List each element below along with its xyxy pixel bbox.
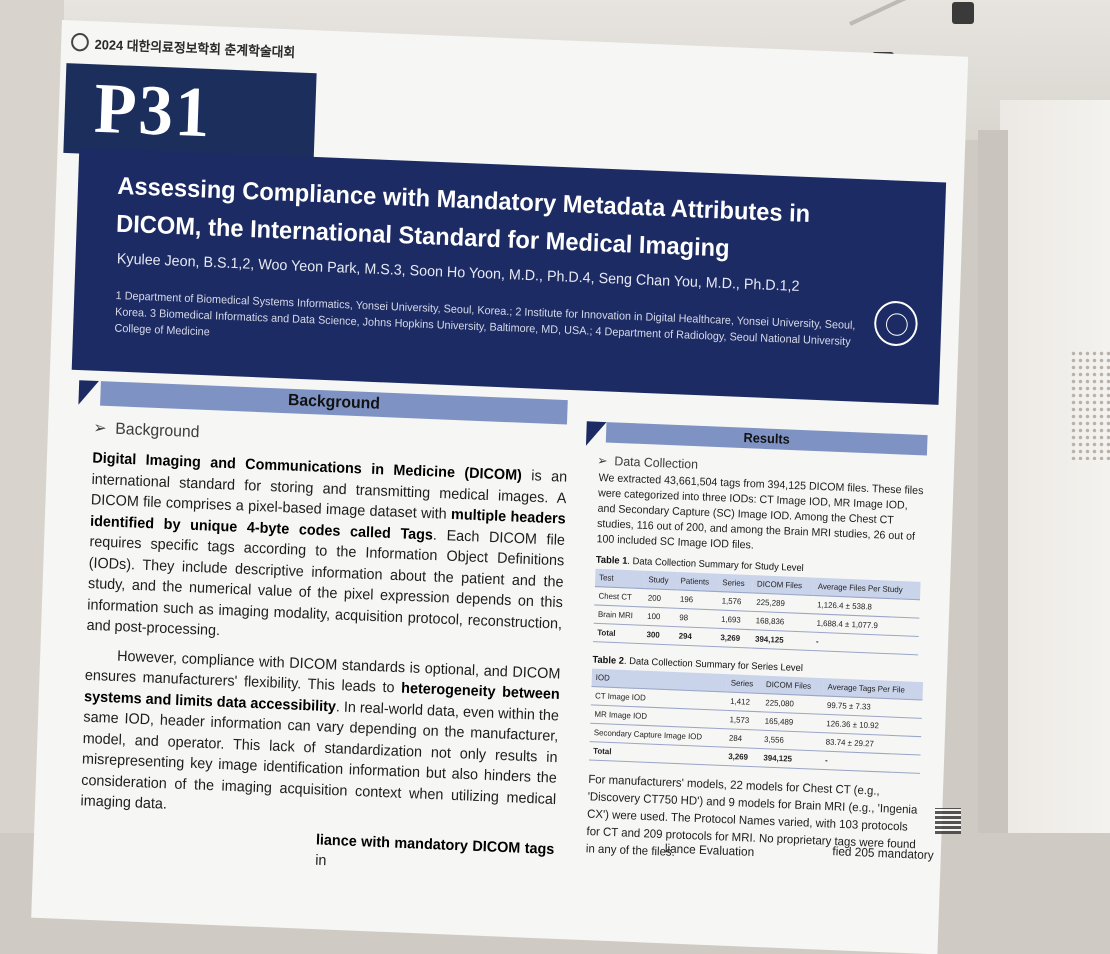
- title-banner: Assessing Compliance with Mandatory Meta…: [71, 147, 947, 405]
- results-subheading: ➢ Data Collection: [597, 453, 699, 472]
- table-cell: -: [811, 632, 919, 655]
- table-cell: 294: [674, 626, 717, 647]
- table-cell: Total: [593, 623, 643, 644]
- background-cutoff-line: liance with mandatory DICOM tags in: [78, 820, 555, 881]
- right-wall: [1000, 100, 1110, 833]
- table-cell: 394,125: [750, 629, 813, 651]
- wall-dot-map: [1070, 350, 1110, 460]
- results-intro: We extracted 43,661,504 tags from 394,12…: [596, 471, 924, 552]
- table-cell: 1,573: [725, 710, 762, 731]
- table-cell: 225,080: [761, 693, 824, 715]
- table-cell: 3,556: [759, 730, 823, 752]
- table-cell: 3,269: [716, 628, 752, 649]
- table1-caption-bold: Table 1: [595, 554, 628, 567]
- table-cell: Brain MRI: [593, 604, 644, 626]
- table-cell: Chest CT: [594, 586, 645, 607]
- table-cell: 394,125: [759, 748, 822, 770]
- background-paragraph-2: However, compliance with DICOM standards…: [80, 645, 561, 832]
- table-cell: 300: [642, 625, 676, 645]
- affiliations: 1 Department of Biomedical Systems Infor…: [114, 289, 856, 349]
- spotlight: [952, 2, 974, 24]
- table-cell: 98: [675, 608, 718, 629]
- background-subheading-text: Background: [115, 420, 200, 442]
- p2-text-2: . In real-world data, even within the sa…: [80, 698, 560, 813]
- table-cell: 196: [675, 589, 719, 610]
- table-header: Series: [718, 573, 754, 593]
- table-cell: 1,693: [716, 609, 753, 630]
- table-cell: 1,412: [725, 692, 762, 712]
- conference-label: 2024 대한의료정보학회 춘계학술대회: [70, 32, 296, 61]
- board-frame-right: [978, 130, 1008, 833]
- table-cell: -: [820, 751, 921, 774]
- table2-caption-bold: Table 2: [592, 654, 625, 667]
- table-cell: 1,576: [717, 591, 753, 612]
- cutoff-text: in: [314, 852, 327, 870]
- table-cell: 3,269: [724, 747, 760, 767]
- results-header: Results: [605, 422, 928, 456]
- table-cell: 225,289: [752, 592, 814, 614]
- background-subheading: ➢ Background: [93, 419, 200, 442]
- table1: Test Study Patients Series DICOM Files Averag…: [593, 568, 921, 656]
- poster-number: P31: [93, 69, 213, 153]
- table-cell: 165,489: [760, 711, 823, 733]
- table-header: Study: [644, 570, 677, 590]
- poster: 2024 대한의료정보학회 춘계학술대회 P31 Assessing Compl…: [31, 20, 969, 954]
- qr-code-icon: [935, 808, 961, 834]
- table-cell: 100: [642, 606, 676, 627]
- conference-name: 2024 대한의료정보학회 춘계학술대회: [94, 36, 296, 61]
- results-subheading-text: Data Collection: [614, 454, 699, 472]
- background-paragraph-1: Digital Imaging and Communications in Me…: [86, 448, 567, 655]
- table-header: Test: [594, 568, 645, 589]
- university-seal-icon: [873, 300, 919, 347]
- background-header: Background: [100, 381, 568, 425]
- table-header: Patients: [676, 572, 719, 592]
- section-marker-icon: [78, 380, 99, 406]
- cutoff-bold: liance with mandatory DICOM tags: [315, 831, 555, 858]
- background-text: Digital Imaging and Communications in Me…: [78, 448, 567, 889]
- p1-text-2: . Each DICOM file requires specific tags…: [86, 526, 566, 640]
- section-marker-icon: [585, 421, 607, 447]
- table-cell: 284: [724, 728, 761, 749]
- table-cell: 168,836: [751, 611, 813, 633]
- table-header: Series: [726, 674, 763, 694]
- table-cell: 200: [643, 588, 677, 609]
- table2: IOD Series DICOM Files Average Tags Per Fil…: [588, 668, 924, 774]
- conference-logo-icon: [70, 32, 90, 52]
